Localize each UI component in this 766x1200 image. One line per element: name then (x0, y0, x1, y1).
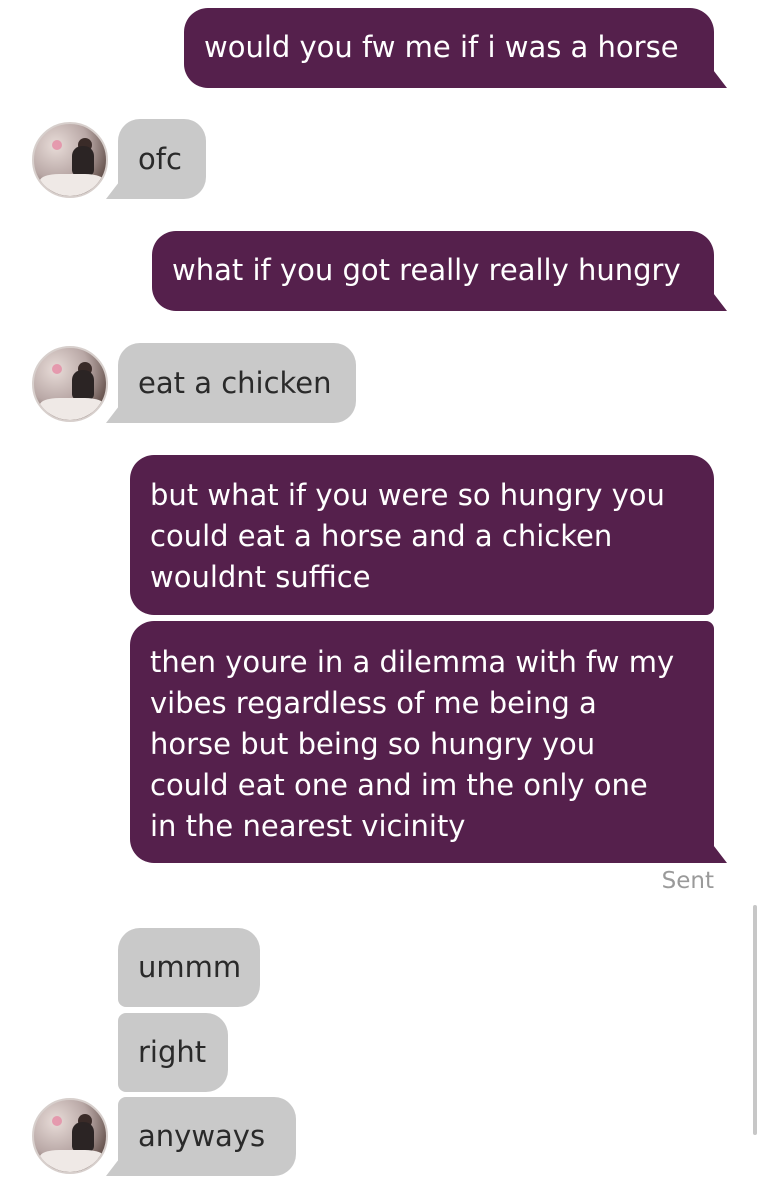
avatar-photo-detail (52, 140, 62, 150)
delivery-status: Sent (661, 868, 714, 894)
message-thread: would you fw me if i was a horse ofc wha… (0, 0, 766, 1200)
avatar-photo-detail (72, 370, 94, 400)
outgoing-message[interactable]: would you fw me if i was a horse (184, 8, 727, 88)
avatar-photo-detail (52, 364, 62, 374)
avatar-photo-detail (40, 174, 104, 196)
incoming-message[interactable]: ofc (106, 119, 206, 199)
avatar-photo-detail (52, 1116, 62, 1126)
incoming-message[interactable]: right (118, 1013, 228, 1092)
outgoing-message[interactable]: but what if you were so hungry you could… (130, 455, 714, 615)
incoming-message[interactable]: ummm (118, 928, 260, 1007)
avatar-photo-detail (72, 146, 94, 176)
contact-avatar[interactable] (32, 122, 108, 198)
avatar-photo-detail (40, 1150, 104, 1172)
scrollbar[interactable] (753, 905, 757, 1135)
avatar-photo-detail (72, 1122, 94, 1152)
outgoing-message[interactable]: what if you got really really hungry (152, 231, 727, 311)
contact-avatar[interactable] (32, 1098, 108, 1174)
avatar-photo-detail (40, 398, 104, 420)
contact-avatar[interactable] (32, 346, 108, 422)
outgoing-message[interactable]: then youre in a dilemma with fw my vibes… (130, 621, 727, 863)
incoming-message[interactable]: eat a chicken (106, 343, 356, 423)
incoming-message[interactable]: anyways (106, 1097, 296, 1176)
